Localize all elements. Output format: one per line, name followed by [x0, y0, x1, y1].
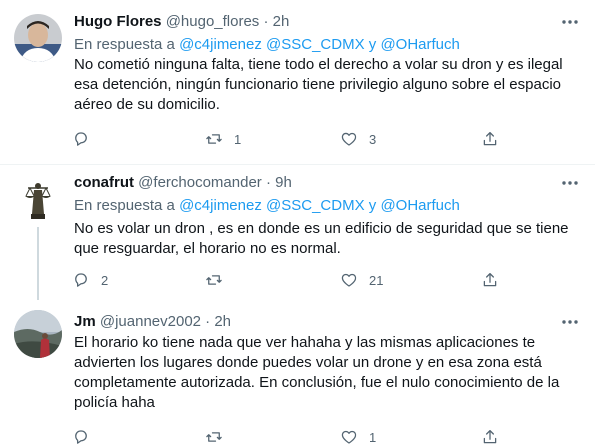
reply-and: y [368, 197, 377, 214]
reply-prefix: En respuesta a [74, 36, 175, 53]
like-count: 3 [369, 131, 377, 147]
reply-context: En respuesta a @c4jimenez @SSC_CDMX y @O… [74, 35, 460, 55]
like-count: 21 [369, 272, 384, 288]
tweet-actions: 2 21 [72, 270, 502, 290]
reply-count: 2 [101, 272, 109, 288]
tweet-conafrut[interactable]: conafrut @ferchocomander · 9h En respues… [0, 165, 595, 300]
more-icon[interactable] [560, 312, 580, 332]
mention-link[interactable]: @c4jimenez [179, 36, 262, 53]
timestamp[interactable]: 9h [275, 174, 292, 191]
tweet-jm[interactable]: Jm @juannev2002 · 2h El horario ko tiene… [0, 300, 595, 448]
share-button[interactable] [481, 129, 499, 149]
avatar[interactable] [14, 174, 62, 222]
separator-dot: · [205, 313, 211, 330]
separator-dot: · [265, 174, 271, 191]
timestamp[interactable]: 2h [273, 13, 290, 30]
separator-dot: · [263, 13, 269, 30]
retweet-button[interactable] [205, 270, 234, 290]
reply-prefix: En respuesta a [74, 197, 175, 214]
tweet-actions: 1 3 [72, 129, 502, 149]
avatar-photo [14, 14, 62, 62]
retweet-icon [206, 134, 222, 144]
like-button[interactable]: 3 [340, 129, 376, 149]
avatar-justice-statue [14, 174, 62, 222]
user-handle[interactable]: @juannev2002 [100, 313, 201, 330]
reply-button[interactable]: 2 [72, 270, 108, 290]
share-icon [483, 429, 497, 444]
heart-icon [341, 273, 357, 287]
retweet-count: 1 [234, 131, 242, 147]
heart-icon [341, 132, 357, 146]
mention-link[interactable]: @OHarfuch [380, 36, 459, 53]
reply-and: y [368, 36, 377, 53]
avatar[interactable] [14, 14, 62, 62]
like-button[interactable]: 21 [340, 270, 383, 290]
mention-link[interactable]: @OHarfuch [380, 197, 459, 214]
retweet-button[interactable] [205, 427, 234, 447]
reply-button[interactable] [72, 427, 101, 447]
tweet-text: No es volar un dron , es en donde es un … [74, 220, 569, 257]
mention-link[interactable]: @SSC_CDMX [266, 197, 365, 214]
mention-link[interactable]: @c4jimenez [179, 197, 262, 214]
tweet-text: El horario ko tiene nada que ver hahaha … [74, 334, 560, 411]
tweet-hugo-flores[interactable]: Hugo Flores @hugo_flores · 2h En respues… [0, 0, 595, 164]
display-name[interactable]: conafrut [74, 174, 134, 191]
user-handle[interactable]: @ferchocomander [138, 174, 262, 191]
tweet-header: Hugo Flores @hugo_flores · 2h [74, 12, 289, 32]
heart-icon [341, 430, 357, 444]
tweet-text: No cometió ninguna falta, tiene todo el … [74, 56, 563, 113]
share-button[interactable] [481, 270, 499, 290]
reply-context: En respuesta a @c4jimenez @SSC_CDMX y @O… [74, 196, 460, 216]
retweet-icon [206, 432, 222, 442]
like-button[interactable]: 1 [340, 427, 376, 447]
thread-connector [37, 227, 39, 300]
mention-link[interactable]: @SSC_CDMX [266, 36, 365, 53]
tweet-actions: 1 [72, 427, 502, 447]
tweet-header: conafrut @ferchocomander · 9h [74, 173, 292, 193]
share-icon [483, 272, 497, 287]
display-name[interactable]: Hugo Flores [74, 13, 162, 30]
tweet-header: Jm @juannev2002 · 2h [74, 312, 231, 332]
retweet-icon [206, 275, 222, 285]
avatar[interactable] [14, 310, 62, 358]
like-count: 1 [369, 429, 377, 445]
reply-icon [75, 430, 87, 444]
reply-icon [75, 273, 87, 287]
user-handle[interactable]: @hugo_flores [166, 13, 260, 30]
share-button[interactable] [481, 427, 499, 447]
more-icon[interactable] [560, 173, 580, 193]
reply-button[interactable] [72, 129, 101, 149]
reply-icon [75, 132, 87, 146]
timestamp[interactable]: 2h [214, 313, 231, 330]
share-icon [483, 131, 497, 146]
display-name[interactable]: Jm [74, 313, 96, 330]
retweet-button[interactable]: 1 [205, 129, 241, 149]
avatar-photo [14, 310, 62, 358]
more-icon[interactable] [560, 12, 580, 32]
